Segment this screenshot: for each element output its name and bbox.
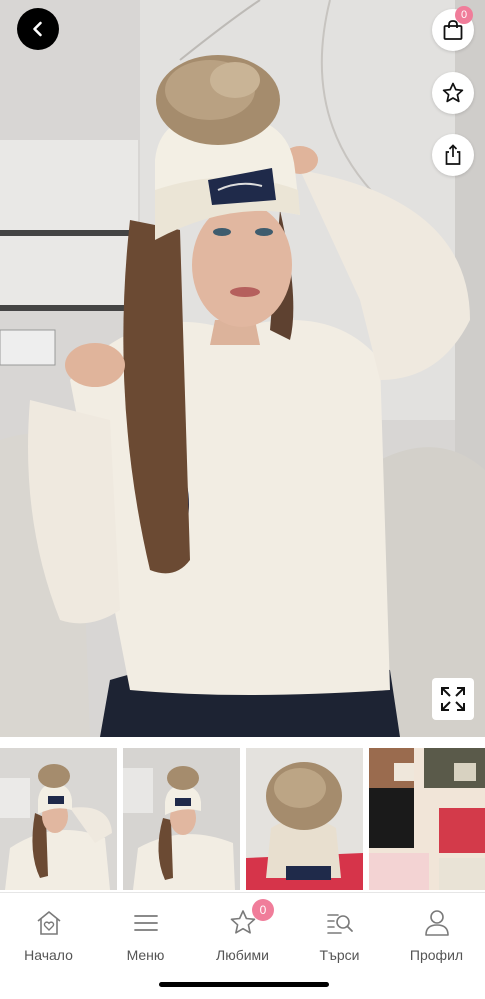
thumbnail-1[interactable] bbox=[0, 748, 117, 890]
nav-label-search: Търси bbox=[319, 947, 360, 963]
thumbnail-3[interactable] bbox=[246, 748, 363, 890]
product-photo-illustration bbox=[0, 0, 485, 737]
nav-item-profile[interactable]: Профил bbox=[388, 893, 485, 973]
favorite-button[interactable] bbox=[432, 72, 474, 114]
back-button[interactable] bbox=[17, 8, 59, 50]
thumbnail-strip bbox=[0, 748, 485, 890]
search-list-icon bbox=[326, 914, 353, 934]
nav-label-home: Начало bbox=[24, 947, 73, 963]
favorites-count-badge: 0 bbox=[252, 899, 274, 921]
product-main-image[interactable] bbox=[0, 0, 485, 737]
product-photo-4 bbox=[369, 748, 485, 890]
home-indicator bbox=[159, 982, 329, 987]
nav-label-favorites: Любими bbox=[216, 947, 269, 963]
nav-label-menu: Меню bbox=[126, 947, 165, 963]
product-photo-1 bbox=[0, 748, 117, 890]
chevron-left-icon bbox=[33, 21, 42, 37]
share-button[interactable] bbox=[432, 134, 474, 176]
cart-count-badge: 0 bbox=[455, 6, 473, 24]
expand-arrows-icon bbox=[441, 687, 465, 711]
thumbnail-2[interactable] bbox=[123, 748, 240, 890]
nav-label-profile: Профил bbox=[409, 947, 464, 963]
menu-lines-icon bbox=[133, 915, 158, 931]
home-heart-icon bbox=[36, 911, 61, 935]
nav-item-home[interactable]: Начало bbox=[0, 893, 97, 973]
nav-item-search[interactable]: Търси bbox=[291, 893, 388, 973]
nav-item-menu[interactable]: Меню bbox=[97, 893, 194, 973]
product-photo-2 bbox=[123, 748, 240, 890]
product-photo-3 bbox=[246, 748, 363, 890]
thumbnail-4[interactable] bbox=[369, 748, 485, 890]
star-outline-icon bbox=[442, 82, 464, 103]
nav-item-favorites[interactable]: Любими bbox=[194, 893, 291, 973]
share-icon bbox=[445, 144, 461, 165]
fullscreen-button[interactable] bbox=[432, 678, 474, 720]
user-icon bbox=[424, 910, 449, 936]
